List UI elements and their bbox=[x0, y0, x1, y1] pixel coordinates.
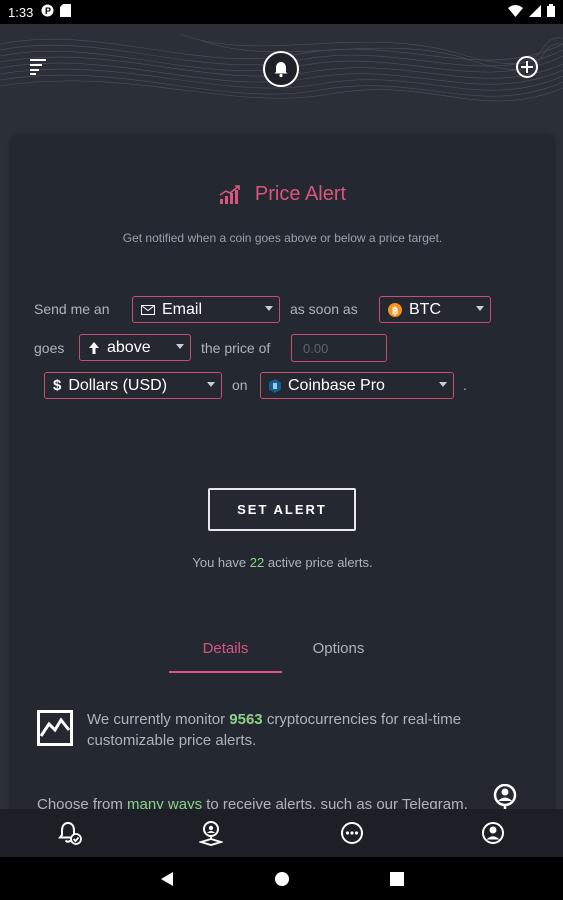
nav-profile[interactable] bbox=[422, 809, 563, 857]
direction-select[interactable]: above bbox=[79, 334, 191, 361]
currency-value: Dollars (USD) bbox=[68, 376, 168, 394]
sd-card-icon bbox=[60, 4, 72, 20]
app-screen: Price Alert Get notified when a coin goe… bbox=[0, 24, 563, 809]
dollar-icon: $ bbox=[53, 377, 62, 394]
as-soon-as-label: as soon as bbox=[290, 301, 358, 317]
alerts-icon bbox=[58, 821, 83, 845]
active-alerts-text: You have 22 active price alerts. bbox=[12, 555, 553, 570]
system-recents-button[interactable] bbox=[389, 871, 404, 886]
notification-p-icon: P bbox=[41, 4, 54, 20]
menu-icon bbox=[30, 59, 46, 75]
nav-location[interactable] bbox=[141, 809, 282, 857]
chevron-down-icon bbox=[439, 382, 447, 387]
home-icon bbox=[274, 871, 289, 886]
active-alerts-prefix: You have bbox=[192, 555, 247, 570]
battery-icon bbox=[547, 4, 555, 20]
ways-prefix: Choose from bbox=[37, 796, 123, 809]
active-alerts-suffix: active price alerts. bbox=[267, 555, 373, 570]
header bbox=[0, 24, 563, 110]
wifi-icon bbox=[508, 4, 523, 20]
arrow-up-icon bbox=[88, 341, 100, 355]
goes-label: goes bbox=[34, 340, 65, 356]
card-title: Price Alert bbox=[254, 183, 347, 205]
card-title-row: Price Alert bbox=[12, 183, 553, 206]
chevron-down-icon bbox=[476, 306, 484, 311]
currency-select[interactable]: $ Dollars (USD) bbox=[44, 372, 222, 399]
card-subtitle: Get notified when a coin goes above or b… bbox=[122, 231, 443, 245]
status-time: 1:33 bbox=[8, 4, 34, 20]
back-icon bbox=[160, 871, 173, 886]
send-me-an-label: Send me an bbox=[34, 301, 110, 317]
exchange-value: Coinbase Pro bbox=[288, 376, 385, 394]
price-alert-card: Price Alert Get notified when a coin goe… bbox=[12, 135, 553, 809]
chart-trend-icon bbox=[219, 184, 240, 204]
bell-icon bbox=[274, 62, 288, 78]
monitor-info-text: We currently monitor 9563 cryptocurrenci… bbox=[87, 709, 527, 751]
monitor-prefix: We currently monitor bbox=[87, 711, 226, 728]
coin-value: BTC bbox=[409, 300, 441, 318]
system-back-button[interactable] bbox=[160, 871, 174, 887]
period-label: . bbox=[463, 377, 467, 393]
exchange-select[interactable]: Coinbase Pro bbox=[260, 372, 454, 399]
svg-text:฿: ฿ bbox=[392, 306, 398, 317]
coinbase-icon bbox=[269, 378, 281, 393]
monitor-count: 9563 bbox=[229, 711, 263, 728]
system-home-button[interactable] bbox=[274, 871, 290, 887]
the-price-of-label: the price of bbox=[201, 340, 271, 356]
profile-icon bbox=[481, 822, 504, 844]
bitcoin-icon: ฿ bbox=[388, 302, 402, 317]
add-circle-icon bbox=[516, 56, 538, 78]
set-alert-button[interactable]: SET ALERT bbox=[208, 488, 356, 531]
alerts-bell-button[interactable] bbox=[263, 51, 299, 87]
chevron-down-icon bbox=[207, 382, 215, 387]
system-nav-bar bbox=[0, 857, 563, 900]
tab-details[interactable]: Details bbox=[169, 640, 282, 673]
status-bar: 1:33 P bbox=[0, 0, 563, 24]
bottom-nav bbox=[0, 809, 563, 857]
chevron-down-icon bbox=[265, 306, 273, 311]
tab-options[interactable]: Options bbox=[282, 640, 395, 673]
method-select[interactable]: Email bbox=[132, 296, 280, 323]
direction-value: above bbox=[107, 338, 151, 356]
email-icon bbox=[141, 304, 155, 315]
ways-info-text: Choose from many ways to receive alerts,… bbox=[37, 794, 477, 809]
active-alerts-count: 22 bbox=[249, 555, 265, 570]
nav-alerts[interactable] bbox=[0, 809, 141, 857]
add-alert-button[interactable] bbox=[514, 54, 540, 80]
coin-select[interactable]: ฿ BTC bbox=[379, 296, 491, 323]
menu-button[interactable] bbox=[26, 54, 50, 78]
nav-more[interactable] bbox=[282, 809, 423, 857]
bot-network-icon bbox=[493, 784, 517, 809]
location-icon bbox=[199, 821, 224, 846]
on-label: on bbox=[232, 377, 248, 393]
price-input[interactable] bbox=[291, 334, 387, 362]
svg-text:P: P bbox=[45, 6, 51, 16]
line-chart-icon bbox=[37, 710, 73, 746]
signal-icon bbox=[529, 4, 541, 20]
recents-icon bbox=[389, 871, 404, 886]
method-value: Email bbox=[162, 300, 203, 318]
more-icon bbox=[340, 822, 363, 844]
chevron-down-icon bbox=[176, 344, 184, 349]
many-ways-link[interactable]: many ways bbox=[127, 796, 202, 809]
